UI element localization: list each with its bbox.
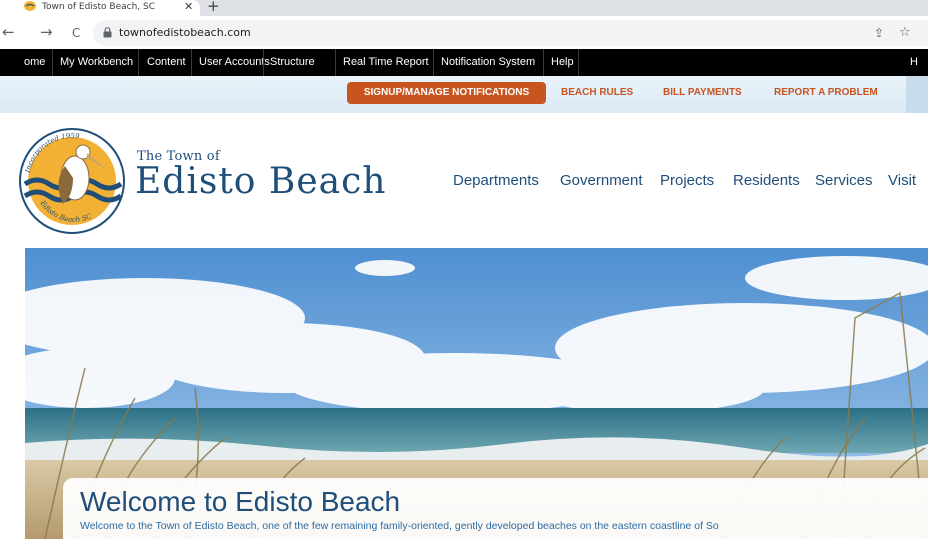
tab-close-icon[interactable]: ✕ xyxy=(184,0,193,14)
new-tab-button[interactable]: + xyxy=(207,0,220,14)
nav-departments[interactable]: Departments xyxy=(453,172,539,189)
utility-nav-edge xyxy=(906,76,928,113)
nav-visit[interactable]: Visit xyxy=(888,172,916,189)
admin-toolbar: ome My Workbench Content User Accounts S… xyxy=(0,49,928,76)
address-bar[interactable]: townofedistobeach.com ⇪ ☆ xyxy=(93,20,928,46)
pelican-favicon-icon xyxy=(24,1,36,11)
nav-services[interactable]: Services xyxy=(815,172,873,189)
url-text: townofedistobeach.com xyxy=(119,26,251,39)
signup-manage-notifications-button[interactable]: SIGNUP/MANAGE NOTIFICATIONS xyxy=(347,82,546,104)
admin-item-help[interactable]: Help xyxy=(551,49,574,76)
admin-divider xyxy=(191,49,192,76)
brand-name[interactable]: Edisto Beach xyxy=(135,161,386,202)
browser-tab[interactable]: Town of Edisto Beach, SC ✕ xyxy=(0,0,200,16)
admin-item-right[interactable]: H xyxy=(910,49,918,76)
welcome-title: Welcome to Edisto Beach xyxy=(80,486,401,517)
tab-title: Town of Edisto Beach, SC xyxy=(42,2,156,12)
admin-item-content[interactable]: Content xyxy=(147,49,186,76)
forward-arrow-icon[interactable]: → xyxy=(40,24,53,40)
browser-tab-strip: Town of Edisto Beach, SC ✕ + xyxy=(0,0,928,16)
admin-divider xyxy=(578,49,579,76)
browser-toolbar: ← → C townofedistobeach.com ⇪ ☆ xyxy=(0,16,928,49)
welcome-card: Welcome to Edisto Beach Welcome to the T… xyxy=(63,478,928,539)
lock-icon xyxy=(103,27,112,38)
admin-item-my-workbench[interactable]: My Workbench xyxy=(60,49,133,76)
admin-item-user-accounts[interactable]: User Accounts xyxy=(199,49,270,76)
nav-projects[interactable]: Projects xyxy=(660,172,714,189)
admin-divider xyxy=(335,49,336,76)
admin-item-structure[interactable]: Structure xyxy=(270,49,315,76)
admin-item-notification-system[interactable]: Notification System xyxy=(441,49,535,76)
admin-divider xyxy=(138,49,139,76)
reload-icon[interactable]: C xyxy=(72,25,80,41)
admin-divider xyxy=(433,49,434,76)
bill-payments-link[interactable]: BILL PAYMENTS xyxy=(663,82,742,104)
share-icon[interactable]: ⇪ xyxy=(874,25,884,41)
report-a-problem-link[interactable]: REPORT A PROBLEM xyxy=(774,82,878,104)
admin-divider xyxy=(52,49,53,76)
back-arrow-icon[interactable]: ← xyxy=(2,24,15,40)
admin-item-home[interactable]: ome xyxy=(24,49,45,76)
utility-nav: SIGNUP/MANAGE NOTIFICATIONS BEACH RULES … xyxy=(0,76,906,113)
beach-rules-link[interactable]: BEACH RULES xyxy=(561,82,633,104)
nav-government[interactable]: Government xyxy=(560,172,643,189)
bookmark-star-icon[interactable]: ☆ xyxy=(899,25,911,41)
town-seal-logo-icon[interactable]: Incorporated 1959 Edisto Beach SC xyxy=(17,126,127,236)
welcome-text: Welcome to the Town of Edisto Beach, one… xyxy=(80,520,719,532)
site-header: Incorporated 1959 Edisto Beach SC The To… xyxy=(0,113,928,248)
admin-divider xyxy=(263,49,264,76)
nav-residents[interactable]: Residents xyxy=(733,172,800,189)
admin-divider xyxy=(543,49,544,76)
admin-item-real-time-report[interactable]: Real Time Report xyxy=(343,49,429,76)
